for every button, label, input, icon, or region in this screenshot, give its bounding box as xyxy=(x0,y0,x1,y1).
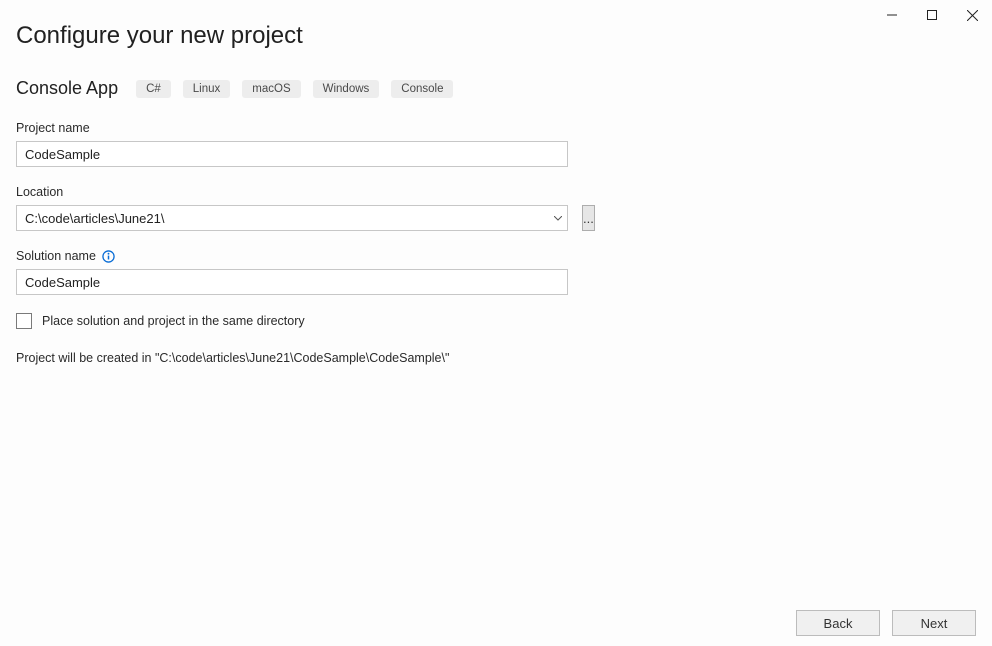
minimize-button[interactable] xyxy=(872,0,912,30)
project-type-label: Console App xyxy=(16,78,118,99)
same-directory-checkbox[interactable] xyxy=(16,313,32,329)
info-icon[interactable] xyxy=(102,249,116,263)
project-type-row: Console App C# Linux macOS Windows Conso… xyxy=(16,78,976,99)
project-name-input[interactable] xyxy=(16,141,568,167)
next-button[interactable]: Next xyxy=(892,610,976,636)
same-directory-label: Place solution and project in the same d… xyxy=(42,314,305,328)
project-name-label: Project name xyxy=(16,121,586,135)
tag: Windows xyxy=(313,80,380,98)
maximize-button[interactable] xyxy=(912,0,952,30)
page-title: Configure your new project xyxy=(16,22,976,50)
solution-name-input[interactable] xyxy=(16,269,568,295)
location-input[interactable] xyxy=(16,205,568,231)
solution-name-label: Solution name xyxy=(16,249,586,263)
back-button[interactable]: Back xyxy=(796,610,880,636)
window-controls xyxy=(872,0,992,30)
creation-path-summary: Project will be created in "C:\code\arti… xyxy=(16,351,586,365)
wizard-footer: Back Next xyxy=(796,610,976,636)
close-button[interactable] xyxy=(952,0,992,30)
solution-name-label-text: Solution name xyxy=(16,249,96,263)
tag: macOS xyxy=(242,80,300,98)
tag: Console xyxy=(391,80,453,98)
browse-button[interactable]: ... xyxy=(582,205,595,231)
tag: C# xyxy=(136,80,171,98)
tag: Linux xyxy=(183,80,231,98)
location-label: Location xyxy=(16,185,586,199)
